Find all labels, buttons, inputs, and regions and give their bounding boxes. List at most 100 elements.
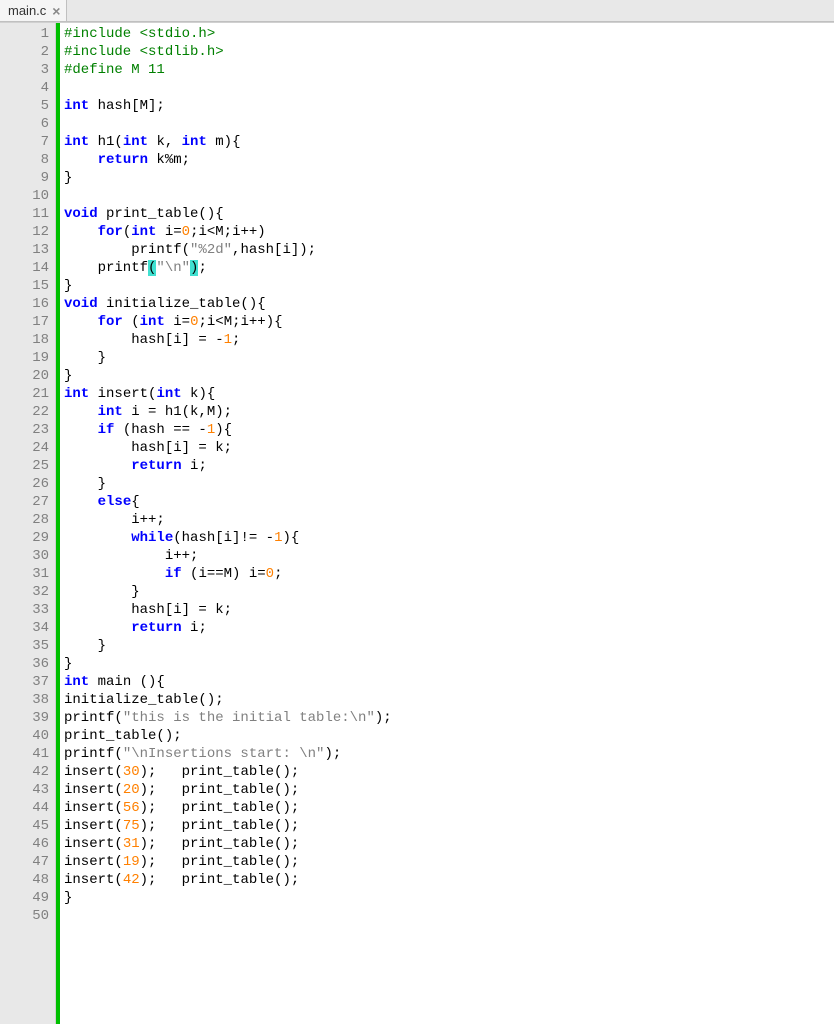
code-line[interactable]: printf("\n"); [64,259,392,277]
code-line[interactable]: hash[i] = k; [64,439,392,457]
token: hash[i] = k; [64,602,232,618]
token: return [131,620,181,636]
code-line[interactable]: } [64,169,392,187]
token: ; [274,566,282,582]
code-line[interactable]: void print_table(){ [64,205,392,223]
line-number: 44 [10,799,49,817]
code-line[interactable]: insert(56); print_table(); [64,799,392,817]
code-line[interactable]: while(hash[i]!= -1){ [64,529,392,547]
token: ;i<M;i++){ [198,314,282,330]
line-number: 41 [10,745,49,763]
code-line[interactable] [64,115,392,133]
code-line[interactable]: int hash[M]; [64,97,392,115]
line-number: 24 [10,439,49,457]
token: insert( [64,836,123,852]
token: if [98,422,115,438]
token: #include <stdio.h> [64,26,215,42]
line-number: 43 [10,781,49,799]
code-line[interactable]: int h1(int k, int m){ [64,133,392,151]
code-line[interactable]: int insert(int k){ [64,385,392,403]
code-line[interactable]: print_table(); [64,727,392,745]
close-icon[interactable]: × [52,4,60,18]
code-editor[interactable]: 1234567891011121314151617181920212223242… [0,22,834,1024]
code-line[interactable]: return k%m; [64,151,392,169]
token: int [64,674,89,690]
code-line[interactable]: } [64,475,392,493]
token: "%2d" [190,242,232,258]
line-number: 8 [10,151,49,169]
token: main (){ [89,674,165,690]
line-number: 15 [10,277,49,295]
code-line[interactable]: } [64,889,392,907]
token: ); [375,710,392,726]
code-line[interactable]: insert(31); print_table(); [64,835,392,853]
line-number: 50 [10,907,49,925]
code-line[interactable]: printf("\nInsertions start: \n"); [64,745,392,763]
code-line[interactable]: for (int i=0;i<M;i++){ [64,313,392,331]
code-line[interactable]: } [64,655,392,673]
line-number: 20 [10,367,49,385]
code-line[interactable]: printf("%2d",hash[i]); [64,241,392,259]
code-line[interactable]: insert(19); print_table(); [64,853,392,871]
line-number: 26 [10,475,49,493]
code-line[interactable]: } [64,583,392,601]
line-number: 25 [10,457,49,475]
token: h1( [89,134,123,150]
code-line[interactable]: insert(30); print_table(); [64,763,392,781]
code-line[interactable]: } [64,367,392,385]
line-number: 14 [10,259,49,277]
code-line[interactable]: initialize_table(); [64,691,392,709]
token: i= [156,224,181,240]
code-line[interactable]: int i = h1(k,M); [64,403,392,421]
token: k, [148,134,182,150]
token: int [98,404,123,420]
token: i++; [64,512,165,528]
token: ); print_table(); [140,800,300,816]
code-area[interactable]: #include <stdio.h> #include <stdlib.h>#de… [60,23,396,1024]
token: while [131,530,173,546]
code-line[interactable]: insert(75); print_table(); [64,817,392,835]
file-tab[interactable]: main.c × [0,0,67,21]
token: int [182,134,207,150]
token: else [98,494,132,510]
token [64,530,131,546]
code-line[interactable]: for(int i=0;i<M;i++) [64,223,392,241]
code-line[interactable]: hash[i] = -1; [64,331,392,349]
code-line[interactable]: #include <stdlib.h> [64,43,392,61]
code-line[interactable]: insert(20); print_table(); [64,781,392,799]
code-line[interactable]: i++; [64,547,392,565]
code-line[interactable]: } [64,277,392,295]
code-line[interactable]: if (i==M) i=0; [64,565,392,583]
token: } [64,890,72,906]
token: (i==M) i= [182,566,266,582]
token: 20 [123,782,140,798]
line-number: 36 [10,655,49,673]
code-line[interactable]: } [64,349,392,367]
line-number: 10 [10,187,49,205]
code-line[interactable] [64,187,392,205]
token: hash[M]; [89,98,165,114]
token [64,620,131,636]
code-line[interactable]: #include <stdio.h> [64,25,392,43]
code-line[interactable]: if (hash == -1){ [64,421,392,439]
line-number: 17 [10,313,49,331]
token: } [64,170,72,186]
code-line[interactable]: hash[i] = k; [64,601,392,619]
code-line[interactable]: return i; [64,619,392,637]
code-line[interactable]: printf("this is the initial table:\n"); [64,709,392,727]
code-line[interactable]: insert(42); print_table(); [64,871,392,889]
code-line[interactable]: i++; [64,511,392,529]
code-line[interactable]: else{ [64,493,392,511]
token: } [64,368,72,384]
code-line[interactable]: int main (){ [64,673,392,691]
code-line[interactable]: } [64,637,392,655]
code-line[interactable]: void initialize_table(){ [64,295,392,313]
token: #include <stdlib.h> [64,44,224,60]
code-line[interactable]: return i; [64,457,392,475]
token: } [64,476,106,492]
code-line[interactable] [64,79,392,97]
token: printf [64,260,148,276]
code-line[interactable]: #define M 11 [64,61,392,79]
line-number: 39 [10,709,49,727]
code-line[interactable] [64,907,392,925]
